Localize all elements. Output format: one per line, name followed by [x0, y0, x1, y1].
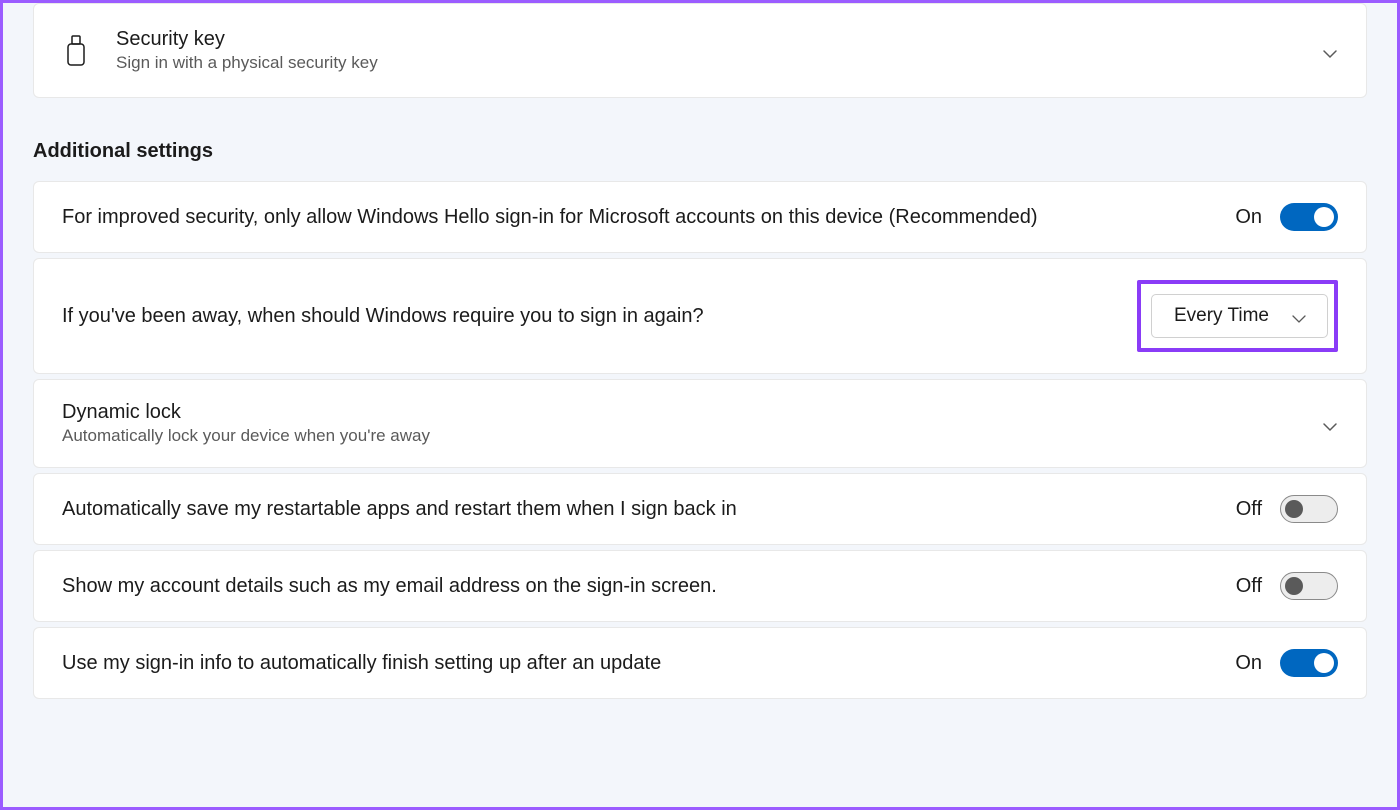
signin-info-update-row: Use my sign-in info to automatically fin…: [33, 627, 1367, 699]
security-key-left: Security key Sign in with a physical sec…: [62, 28, 1302, 73]
signin-info-update-text: Use my sign-in info to automatically fin…: [62, 649, 661, 677]
restartable-apps-toggle-wrap: Off: [1236, 495, 1338, 523]
require-signin-row: If you've been away, when should Windows…: [33, 258, 1367, 374]
dropdown-highlight-box: Every Time: [1137, 280, 1338, 352]
toggle-knob: [1314, 653, 1334, 673]
chevron-down-icon: [1291, 311, 1307, 321]
restartable-apps-toggle[interactable]: [1280, 495, 1338, 523]
restartable-apps-toggle-label: Off: [1236, 498, 1262, 521]
windows-hello-text: For improved security, only allow Window…: [62, 203, 1038, 231]
dynamic-lock-expand[interactable]: [1322, 419, 1338, 429]
require-signin-dropdown-value: Every Time: [1174, 305, 1269, 327]
dynamic-lock-subtitle: Automatically lock your device when you'…: [62, 426, 430, 446]
account-details-toggle-label: Off: [1236, 575, 1262, 598]
security-key-text: Security key Sign in with a physical sec…: [116, 28, 378, 73]
windows-hello-toggle-wrap: On: [1235, 203, 1338, 231]
windows-hello-toggle-label: On: [1235, 206, 1262, 229]
account-details-row: Show my account details such as my email…: [33, 550, 1367, 622]
toggle-knob: [1314, 207, 1334, 227]
signin-info-update-toggle-wrap: On: [1235, 649, 1338, 677]
require-signin-text: If you've been away, when should Windows…: [62, 302, 704, 330]
account-details-toggle-wrap: Off: [1236, 572, 1338, 600]
security-key-expand[interactable]: [1322, 46, 1338, 56]
toggle-knob: [1285, 500, 1303, 518]
security-key-subtitle: Sign in with a physical security key: [116, 53, 378, 73]
dynamic-lock-text: Dynamic lock Automatically lock your dev…: [62, 401, 430, 446]
restartable-apps-text: Automatically save my restartable apps a…: [62, 495, 737, 523]
signin-info-update-toggle[interactable]: [1280, 649, 1338, 677]
signin-info-update-toggle-label: On: [1235, 652, 1262, 675]
restartable-apps-row: Automatically save my restartable apps a…: [33, 473, 1367, 545]
windows-hello-toggle[interactable]: [1280, 203, 1338, 231]
account-details-toggle[interactable]: [1280, 572, 1338, 600]
require-signin-dropdown[interactable]: Every Time: [1151, 294, 1328, 338]
account-details-text: Show my account details such as my email…: [62, 572, 717, 600]
windows-hello-row: For improved security, only allow Window…: [33, 181, 1367, 253]
dynamic-lock-row[interactable]: Dynamic lock Automatically lock your dev…: [33, 379, 1367, 468]
security-key-title: Security key: [116, 28, 378, 51]
dynamic-lock-title: Dynamic lock: [62, 401, 430, 424]
chevron-down-icon: [1322, 419, 1338, 429]
toggle-knob: [1285, 577, 1303, 595]
additional-settings-header: Additional settings: [33, 140, 1367, 163]
security-key-row[interactable]: Security key Sign in with a physical sec…: [33, 3, 1367, 98]
chevron-down-icon: [1322, 46, 1338, 56]
usb-icon: [62, 31, 90, 71]
